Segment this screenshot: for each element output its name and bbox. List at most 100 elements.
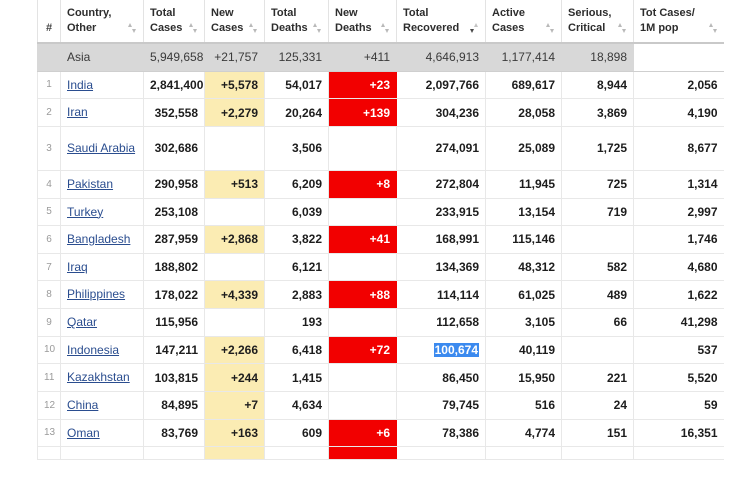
table-header: # Country, Other Total Cases New Cases T…	[37, 0, 724, 45]
cell-total-recovered: 79,745	[396, 391, 486, 420]
cell-cases-per-1m: 2,056	[633, 71, 724, 100]
row-country-cell: Kazakhstan	[60, 363, 144, 392]
table-row[interactable]: 1 India 2,841,400 +5,578 54,017 +23 2,097,766 6…	[37, 71, 724, 100]
table-row[interactable]: 13 Oman 83,769 +163 609 +6 78,386 4,774 151 16,35…	[37, 419, 724, 448]
country-link[interactable]: China	[67, 398, 98, 412]
table-row[interactable]: 12 China 84,895 +7 4,634 79,745 516 24 59	[37, 391, 724, 420]
cell-cases-per-1m: 1,314	[633, 170, 724, 199]
cell-total-cases: 302,686	[143, 126, 205, 171]
cell-total-recovered: 86,450	[396, 363, 486, 392]
table-row[interactable]: 5 Turkey 253,108 6,039 233,915 13,154 719 2,997	[37, 198, 724, 227]
column-header-serious-critical[interactable]: Serious, Critical	[561, 0, 634, 45]
cell-new-cases	[204, 126, 265, 171]
table-row[interactable]: 6 Bangladesh 287,959 +2,868 3,822 +41 168,991 1…	[37, 225, 724, 254]
country-link[interactable]: Bangladesh	[67, 232, 130, 246]
cell-total-recovered: 274,091	[396, 126, 486, 171]
cell-cases-per-1m: 59	[633, 391, 724, 420]
column-header-total-recovered-line2: Recovered	[403, 21, 460, 34]
country-link[interactable]: Iraq	[67, 260, 88, 274]
table-row[interactable]: 9 Qatar 115,956 193 112,658 3,105 66 41,298	[37, 308, 724, 337]
country-link[interactable]: Indonesia	[67, 343, 119, 357]
cell-new-deaths	[328, 126, 397, 171]
country-link[interactable]: Turkey	[67, 205, 103, 219]
row-country-cell: India	[60, 71, 144, 100]
column-header-total-cases[interactable]: Total Cases	[143, 0, 205, 45]
cell-serious-critical: 725	[561, 170, 634, 199]
column-header-active-cases[interactable]: Active Cases	[485, 0, 562, 45]
cell-total-cases: 352,558	[143, 98, 205, 127]
summary-rank	[37, 43, 61, 72]
column-header-total-deaths[interactable]: Total Deaths	[264, 0, 329, 45]
cell-serious-critical: 1,725	[561, 126, 634, 171]
cell-total-deaths: 20,264	[264, 98, 329, 127]
country-link[interactable]: Pakistan	[67, 177, 113, 191]
column-header-rank[interactable]: #	[37, 0, 61, 45]
country-link[interactable]: Qatar	[67, 315, 97, 329]
cell-total-cases: 178,022	[143, 280, 205, 310]
cell-total-deaths: 3,822	[264, 225, 329, 254]
cell-total-cases: 290,958	[143, 170, 205, 199]
sort-unsorted-icon[interactable]	[248, 22, 258, 34]
column-header-cases-per-1m-wrap: Tot Cases/ 1M pop	[640, 6, 718, 35]
cell-active-cases	[485, 446, 562, 461]
country-link[interactable]: Iran	[67, 105, 88, 119]
sort-unsorted-icon[interactable]	[380, 22, 390, 34]
sort-descending-icon[interactable]	[469, 22, 479, 34]
summary-cell-total-cases: 5,949,658	[143, 43, 205, 72]
table-row[interactable]: 14	[37, 446, 724, 461]
country-link[interactable]: Saudi Arabia	[67, 141, 135, 155]
summary-cell-cases-per-1m	[633, 43, 724, 72]
table-row[interactable]: 3 Saudi Arabia 302,686 3,506 274,091 25,089 1,…	[37, 126, 724, 171]
column-header-new-cases-wrap: New Cases	[211, 6, 258, 35]
sort-unsorted-icon[interactable]	[545, 22, 555, 34]
sort-unsorted-icon[interactable]	[708, 22, 718, 34]
column-header-cases-per-1m[interactable]: Tot Cases/ 1M pop	[633, 0, 724, 45]
table-row[interactable]: 11 Kazakhstan 103,815 +244 1,415 86,450 15,950…	[37, 363, 724, 392]
cell-total-recovered: 304,236	[396, 98, 486, 127]
cell-new-deaths	[328, 363, 397, 392]
row-country-cell: Philippines	[60, 280, 144, 310]
column-header-total-recovered[interactable]: Total Recovered	[396, 0, 486, 45]
sort-unsorted-icon[interactable]	[127, 22, 137, 34]
country-link[interactable]: Philippines	[67, 287, 125, 301]
table-row[interactable]: 8 Philippines 178,022 +4,339 2,883 +88 114,114…	[37, 280, 724, 310]
column-header-total-cases-line2: Cases	[150, 21, 183, 34]
column-header-new-cases-line1: New	[211, 7, 234, 19]
sort-unsorted-icon[interactable]	[617, 22, 627, 34]
cell-total-cases	[143, 446, 205, 461]
cell-new-cases: +2,868	[204, 225, 265, 254]
cell-new-deaths: +72	[328, 336, 397, 365]
country-link[interactable]: Kazakhstan	[67, 370, 130, 384]
cell-new-cases: +244	[204, 363, 265, 392]
cell-active-cases: 25,089	[485, 126, 562, 171]
cell-new-deaths: +88	[328, 280, 397, 310]
cell-total-cases: 115,956	[143, 308, 205, 337]
row-country-cell	[60, 446, 144, 461]
country-link[interactable]: India	[67, 78, 93, 92]
covid-country-table: # Country, Other Total Cases New Cases T…	[37, 0, 724, 461]
column-header-serious-critical-line1: Serious,	[568, 7, 612, 19]
sort-unsorted-icon[interactable]	[312, 22, 322, 34]
table-body: Asia 5,949,658 +21,757 125,331 +411 4,646,913…	[37, 43, 724, 461]
summary-cell-total-deaths: 125,331	[264, 43, 329, 72]
column-header-serious-critical-wrap: Serious, Critical	[568, 6, 627, 35]
cell-new-deaths: +139	[328, 98, 397, 127]
sort-unsorted-icon[interactable]	[188, 22, 198, 34]
country-link[interactable]: Oman	[67, 426, 100, 440]
table-row[interactable]: 2 Iran 352,558 +2,279 20,264 +139 304,236 28,05…	[37, 98, 724, 127]
table-row[interactable]: 10 Indonesia 147,211 +2,266 6,418 +72 100,674 4…	[37, 336, 724, 365]
column-header-new-cases[interactable]: New Cases	[204, 0, 265, 45]
table-row[interactable]: 7 Iraq 188,802 6,121 134,369 48,312 582 4,680	[37, 253, 724, 282]
cell-cases-per-1m: 537	[633, 336, 724, 365]
column-header-total-cases-wrap: Total Cases	[150, 6, 198, 35]
row-rank: 10	[37, 336, 61, 365]
cell-new-cases: +513	[204, 170, 265, 199]
summary-cell-serious-critical: 18,898	[561, 43, 634, 72]
column-header-country[interactable]: Country, Other	[60, 0, 144, 45]
table-row[interactable]: 4 Pakistan 290,958 +513 6,209 +8 272,804 11,945…	[37, 170, 724, 199]
row-country-cell: Indonesia	[60, 336, 144, 365]
summary-cell-active-cases: 1,177,414	[485, 43, 562, 72]
column-header-country-wrap: Country, Other	[67, 6, 137, 35]
column-header-new-deaths-line2: Deaths	[335, 21, 372, 34]
column-header-new-deaths[interactable]: New Deaths	[328, 0, 397, 45]
